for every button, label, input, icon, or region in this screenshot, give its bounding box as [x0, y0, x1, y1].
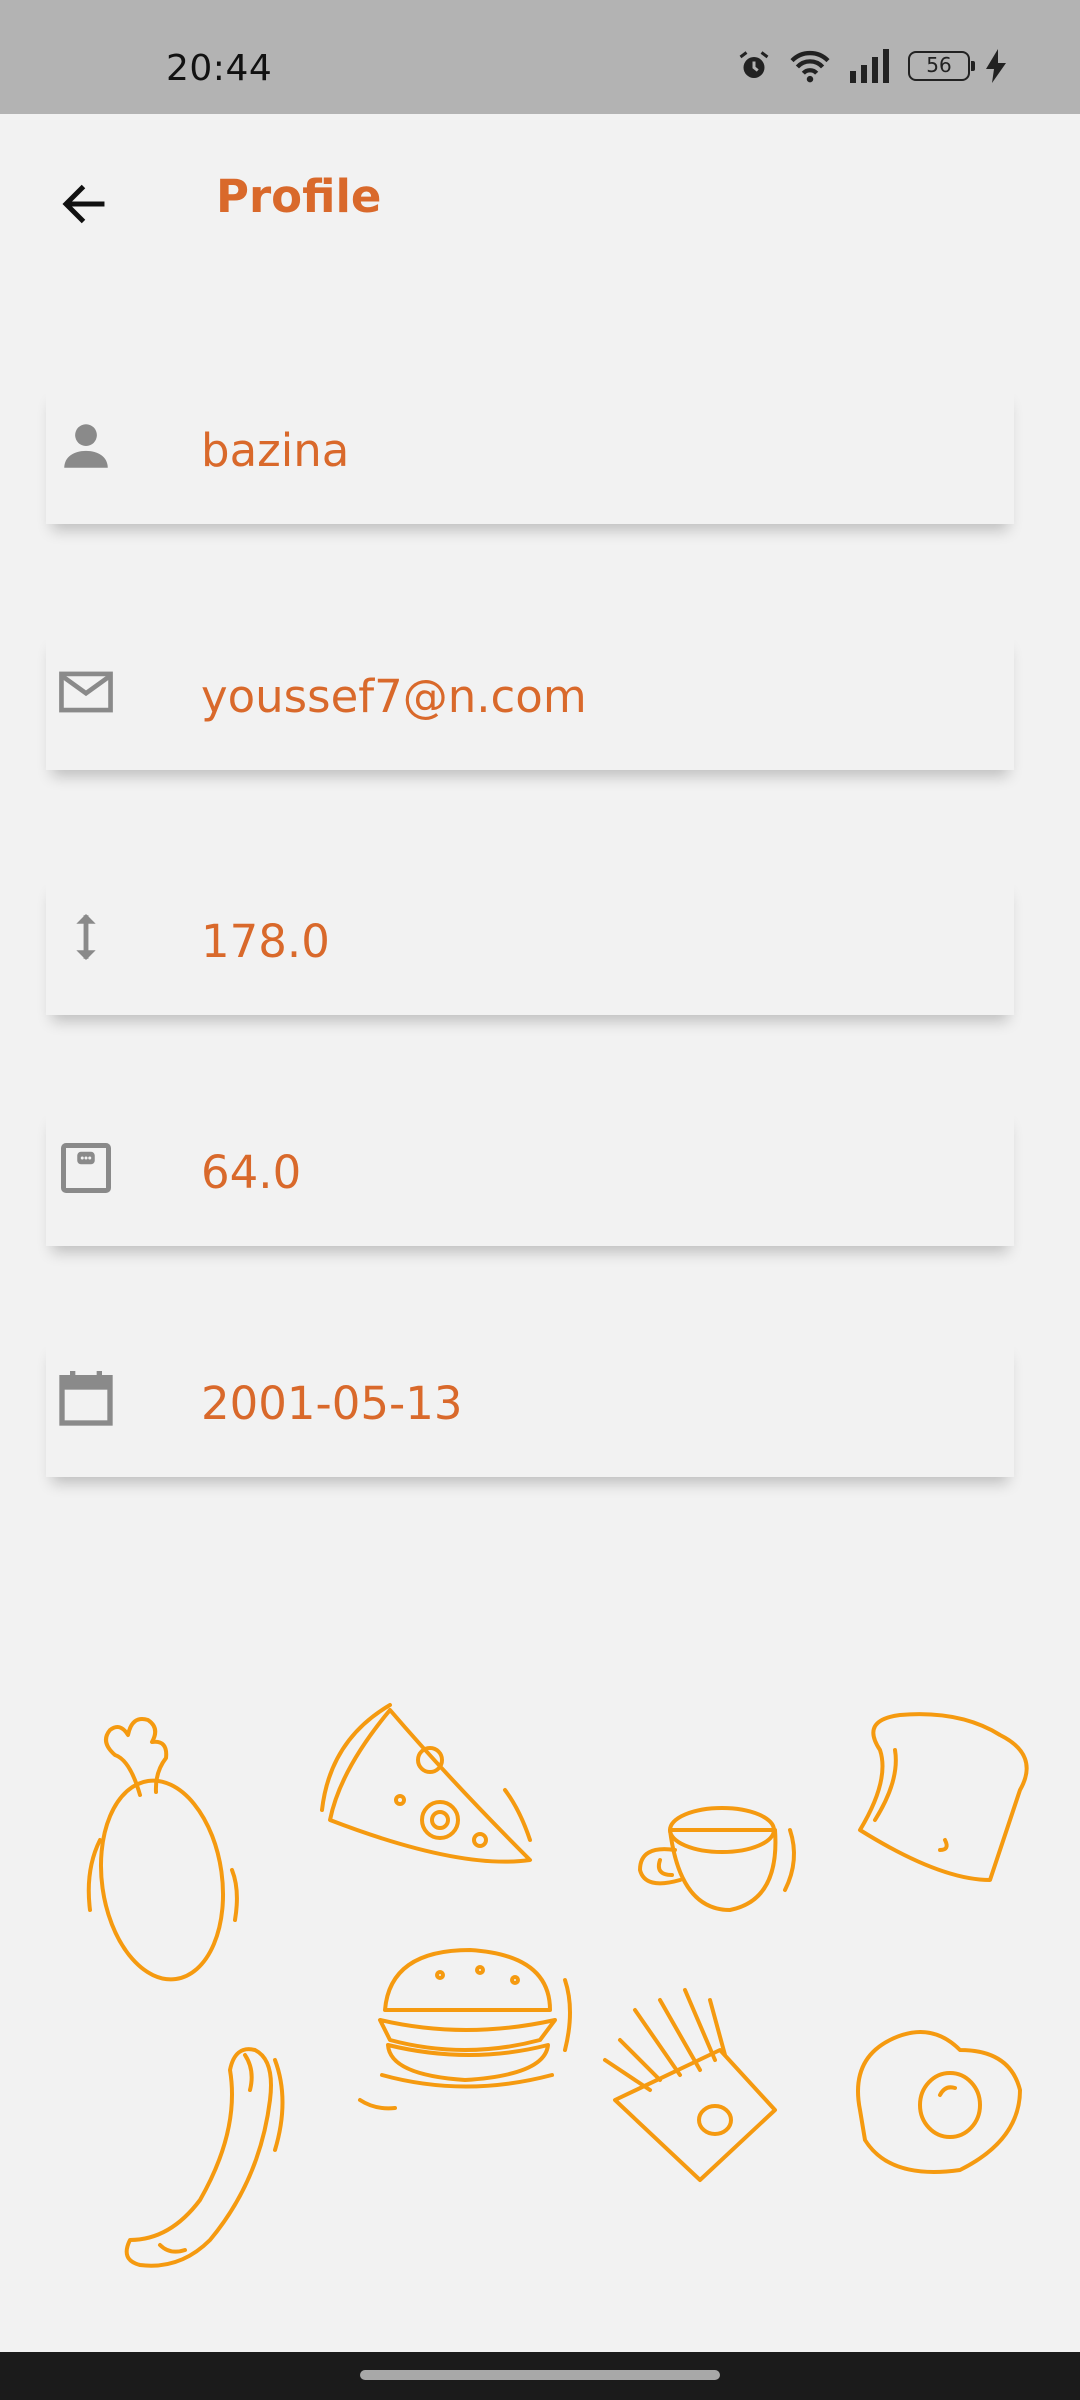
signal-icon [848, 49, 892, 83]
app-bar: Profile [0, 114, 1080, 282]
weight-value: 64.0 [201, 1146, 302, 1199]
username-field[interactable]: bazina [46, 386, 1014, 524]
person-icon [50, 410, 122, 482]
height-field[interactable]: 178.0 [46, 877, 1014, 1015]
charging-icon [986, 49, 1006, 83]
home-indicator[interactable] [360, 2370, 720, 2380]
height-value: 178.0 [201, 915, 330, 968]
food-illustration [86, 1703, 1029, 2268]
status-time: 20:44 [166, 48, 273, 89]
navigation-bar [0, 2352, 1080, 2400]
fries-icon [603, 1988, 777, 2182]
wifi-icon [788, 48, 832, 84]
birthdate-value: 2001-05-13 [201, 1377, 463, 1430]
toast-icon [858, 1712, 1029, 1882]
back-button[interactable] [44, 166, 124, 246]
sausage-icon [124, 2047, 285, 2268]
email-field[interactable]: youssef7@n.com [46, 632, 1014, 770]
birthdate-field[interactable]: 2001-05-13 [46, 1339, 1014, 1477]
username-value: bazina [201, 424, 350, 477]
arrow-back-icon [57, 177, 111, 235]
page-title: Profile [216, 170, 382, 223]
drumstick-icon [86, 1717, 239, 1982]
battery-indicator: 56 [908, 51, 975, 81]
coffee-cup-icon [638, 1806, 796, 1912]
weight-field[interactable]: 64.0 [46, 1108, 1014, 1246]
calendar-icon [50, 1363, 122, 1435]
pizza-slice-icon [320, 1703, 532, 1864]
fried-egg-icon [856, 2030, 1022, 2174]
email-value: youssef7@n.com [201, 670, 587, 723]
alarm-icon [736, 48, 772, 84]
status-bar: 20:44 56 [0, 0, 1080, 114]
burger-icon [358, 1948, 572, 2111]
scale-icon [50, 1132, 122, 1204]
vertical-arrows-icon [50, 901, 122, 973]
mail-icon [50, 656, 122, 728]
status-icons: 56 [736, 48, 1006, 84]
